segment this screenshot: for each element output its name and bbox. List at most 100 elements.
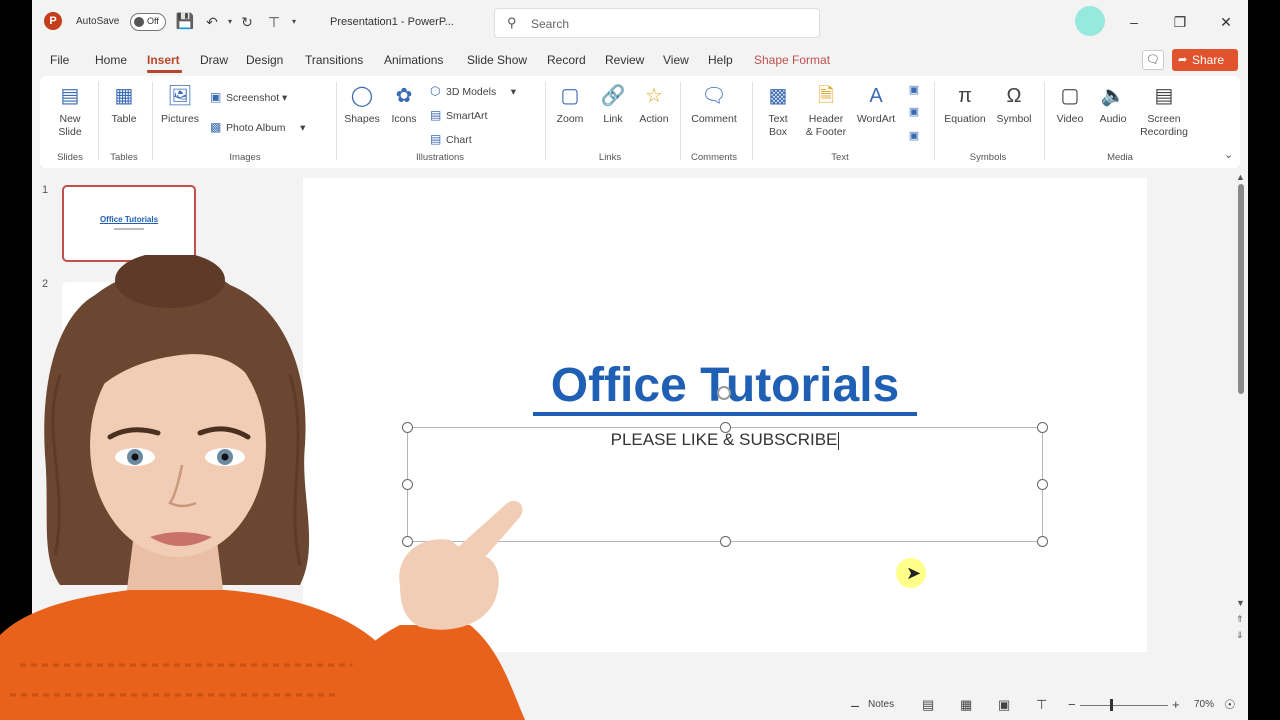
tab-insert[interactable]: Insert [147,53,180,67]
avatar[interactable] [1075,6,1105,36]
undo-icon[interactable]: ↶ [202,12,222,32]
save-icon[interactable]: 💾 [175,12,195,32]
presenter-illustration [0,255,525,720]
tab-design[interactable]: Design [246,53,283,67]
zoom-slider[interactable] [1080,705,1168,706]
video-button[interactable]: ▢ Video [1050,82,1090,126]
tab-draw[interactable]: Draw [200,53,228,67]
resize-handle[interactable] [720,536,731,547]
screenshot-label: Screenshot [226,92,280,104]
tab-animations[interactable]: Animations [384,53,443,67]
zoom-slider-thumb[interactable] [1110,699,1113,711]
text-box-label: Text Box [768,113,788,138]
tab-home[interactable]: Home [95,53,127,67]
reading-view-icon[interactable]: ▣ [998,697,1010,713]
screenshot-button[interactable]: ▣ Screenshot ▾ [210,90,287,104]
audio-button[interactable]: 🔈 Audio [1094,82,1132,126]
comments-button[interactable]: 🗨 [1142,50,1164,70]
tab-transitions[interactable]: Transitions [305,53,363,67]
tab-review[interactable]: Review [605,53,644,67]
resize-handle[interactable] [1037,536,1048,547]
active-tab-indicator [147,70,182,73]
fit-to-window-icon[interactable]: ☉ [1224,697,1236,713]
document-title: Presentation1 - PowerP... [330,16,454,28]
new-slide-button[interactable]: ▤ New Slide [50,82,90,139]
left-pupil [131,453,139,461]
powerpoint-logo-icon: P [44,12,62,30]
text-cursor [838,431,840,450]
slide-number-icon[interactable]: ▣ [904,102,924,122]
minimize-button[interactable]: – [1122,12,1146,32]
title-underline [533,412,917,416]
pointing-finger [455,500,523,565]
3d-models-icon: ⬡ [430,84,441,98]
scroll-up-icon[interactable]: ▲ [1236,172,1245,182]
pictures-button[interactable]: 🖼 Pictures [158,82,202,126]
tab-record[interactable]: Record [547,53,586,67]
zoom-button[interactable]: ▢ Zoom [552,82,588,126]
normal-view-icon[interactable]: ▤ [922,697,934,713]
text-box-icon: ▩ [768,85,788,107]
link-button[interactable]: 🔗 Link [596,82,630,126]
comment-button[interactable]: 🗨 Comment [686,82,742,126]
wordart-label: WordArt [856,113,896,125]
equation-label: Equation [944,113,986,125]
tab-slide-show[interactable]: Slide Show [467,53,527,67]
tab-shape-format[interactable]: Shape Format [754,53,830,67]
scrollbar-thumb[interactable] [1238,184,1244,394]
notes-icon[interactable]: ⚊ [850,697,860,710]
icons-button[interactable]: ✿ Icons [386,82,422,126]
symbol-button[interactable]: Ω Symbol [992,82,1036,126]
comment-label: Comment [691,113,737,125]
tab-file[interactable]: File [50,53,69,67]
customize-toolbar-icon[interactable]: ▾ [284,12,304,32]
slide-show-icon[interactable]: ⊤ [1036,697,1047,713]
zoom-icon: ▢ [560,85,580,107]
zoom-in-icon[interactable]: + [1172,697,1180,712]
restore-button[interactable]: ❐ [1168,12,1192,32]
scroll-down-icon[interactable]: ▼ [1236,598,1245,608]
autosave-toggle[interactable]: Off [130,13,166,31]
subtitle-text: PLEASE LIKE & SUBSCRIBE [610,430,838,449]
slide-sorter-icon[interactable]: ▦ [960,697,972,713]
shapes-icon: ◯ [350,85,374,107]
table-button[interactable]: ▦ Table [104,82,144,126]
photo-album-button[interactable]: ▩ Photo Album ▾ [210,120,305,134]
object-icon[interactable]: ▣ [904,126,924,146]
screen-recording-button[interactable]: ▤ Screen Recording [1136,82,1192,139]
zoom-out-icon[interactable]: − [1068,697,1076,712]
shapes-button[interactable]: ◯ Shapes [342,82,382,126]
slide-thumbnail-1[interactable]: Office Tutorials [62,185,196,262]
presenter-icon[interactable]: ⊤ [264,12,284,32]
equation-button[interactable]: π Equation [940,82,990,126]
rotate-handle-icon[interactable] [717,386,731,400]
autosave-state: Off [147,16,159,26]
date-time-icon[interactable]: ▣ [904,80,924,100]
tab-view[interactable]: View [663,53,689,67]
thumbnail-title: Office Tutorials [99,215,159,224]
toggle-knob [134,17,144,27]
wordart-icon: A [869,85,883,107]
previous-slide-icon[interactable]: ⇑ [1236,614,1244,625]
right-black-border [1248,0,1280,720]
action-button[interactable]: ☆ Action [636,82,672,126]
chart-button[interactable]: ▤ Chart [430,132,472,146]
resize-handle[interactable] [1037,479,1048,490]
next-slide-icon[interactable]: ⇓ [1236,630,1244,641]
ribbon-collapse-icon[interactable]: ⌄ [1224,148,1233,161]
header-footer-button[interactable]: 🗎 Header & Footer [802,82,850,139]
redo-icon[interactable]: ↻ [237,12,257,32]
notes-button[interactable]: Notes [868,699,894,710]
smartart-button[interactable]: ▤ SmartArt [430,108,487,122]
group-separator [152,82,153,160]
share-button[interactable]: ➦ Share [1172,49,1238,71]
tab-help[interactable]: Help [708,53,733,67]
zoom-label: Zoom [556,113,584,125]
search-input[interactable]: ⚲ Search [494,8,820,38]
wordart-button[interactable]: A WordArt [854,82,898,126]
zoom-level[interactable]: 70% [1194,699,1214,710]
vertical-scrollbar[interactable]: ▲ ▼ ⇑ ⇓ [1234,172,1248,650]
close-button[interactable]: ✕ [1214,12,1238,32]
text-box-button[interactable]: ▩ Text Box [760,82,796,139]
3d-models-button[interactable]: ⬡ 3D Models ▾ [430,84,516,98]
